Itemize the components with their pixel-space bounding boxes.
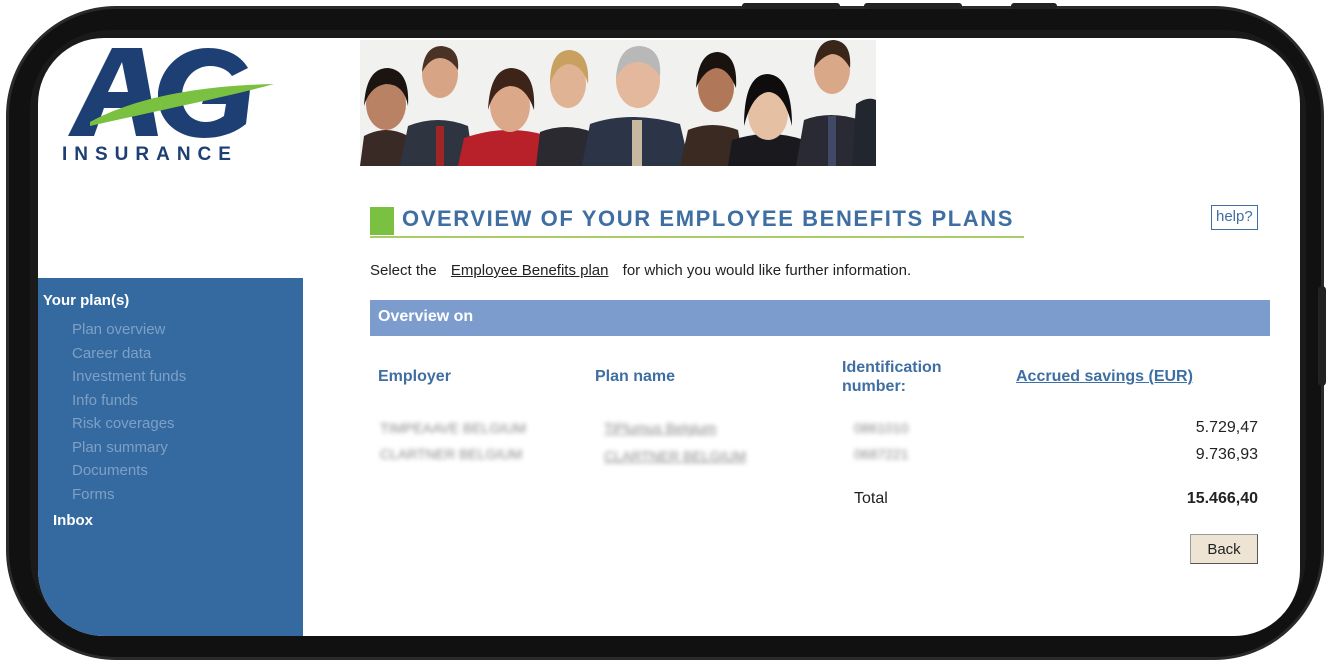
sidebar-item-forms[interactable]: Forms [72,483,186,507]
intro-text-before: Select the [370,262,437,279]
column-header-employer: Employer [378,368,451,385]
overview-header-bar: Overview on [370,300,1270,336]
total-label: Total [854,490,888,507]
accrued-amount-cell: 9.736,93 [1195,446,1258,463]
page-title: OVERVIEW OF YOUR EMPLOYEE BENEFITS PLANS [402,206,1015,231]
accrued-amount-cell: 5.729,47 [1195,419,1258,436]
sidebar-section-label: Your plan(s) [42,292,130,309]
phone-side-button [1318,286,1326,386]
intro-text-after: for which you would like further informa… [622,262,912,279]
intro-text: Select the Employee Benefits plan for wh… [370,262,911,279]
total-value: 15.466,40 [1186,490,1258,507]
app-screen: INSURANCE Your plan(s) Plan overview Car… [38,38,1300,636]
phone-side-button [1011,3,1057,9]
column-header-accrued-savings[interactable]: Accrued savings (EUR) [1016,368,1193,386]
people-photo-banner [360,40,876,166]
help-button[interactable]: help? [1211,205,1258,230]
employee-benefits-plan-link[interactable]: Employee Benefits plan [451,262,609,279]
sidebar-item-plan-overview[interactable]: Plan overview [72,318,186,342]
caret-down-icon: ▼ [38,297,40,308]
people-photo-icon [360,40,876,166]
phone-side-button [864,3,962,9]
sidebar-item-investment-funds[interactable]: Investment funds [72,365,186,389]
sidebar-section-your-plans[interactable]: ▼Your plan(s) [38,292,129,309]
sidebar-item-plan-summary[interactable]: Plan summary [72,436,186,460]
plan-name-link[interactable]: TiPlumus Belgium [604,420,716,436]
column-header-identification: Identification number: [842,359,942,395]
employer-cell: CLARTNER BELGIUM [380,446,523,462]
back-button[interactable]: Back [1190,534,1258,564]
sidebar-item-documents[interactable]: Documents [72,459,186,483]
sidebar-item-info-funds[interactable]: Info funds [72,389,186,413]
employer-cell: TIMPEAAVE BELGIUM [380,420,526,436]
title-accent-block [370,207,394,235]
ag-logo[interactable]: INSURANCE [38,38,298,178]
plan-name-link[interactable]: CLARTNER BELGIUM [604,448,746,464]
title-underline [370,236,1024,238]
identification-cell: 0687221 [854,446,909,462]
column-header-plan-name: Plan name [595,368,676,385]
sidebar-item-career-data[interactable]: Career data [72,342,186,366]
sidebar-item-inbox[interactable]: Inbox [53,512,93,529]
overview-label: Overview on [378,308,474,325]
sidebar: ▼Your plan(s) Plan overview Career data … [38,278,303,636]
sidebar-nav-list: Plan overview Career data Investment fun… [72,318,186,506]
identification-cell: 0861010 [854,420,909,436]
logo-wordmark: INSURANCE [62,144,238,165]
phone-side-button [742,3,840,9]
sidebar-item-risk-coverages[interactable]: Risk coverages [72,412,186,436]
